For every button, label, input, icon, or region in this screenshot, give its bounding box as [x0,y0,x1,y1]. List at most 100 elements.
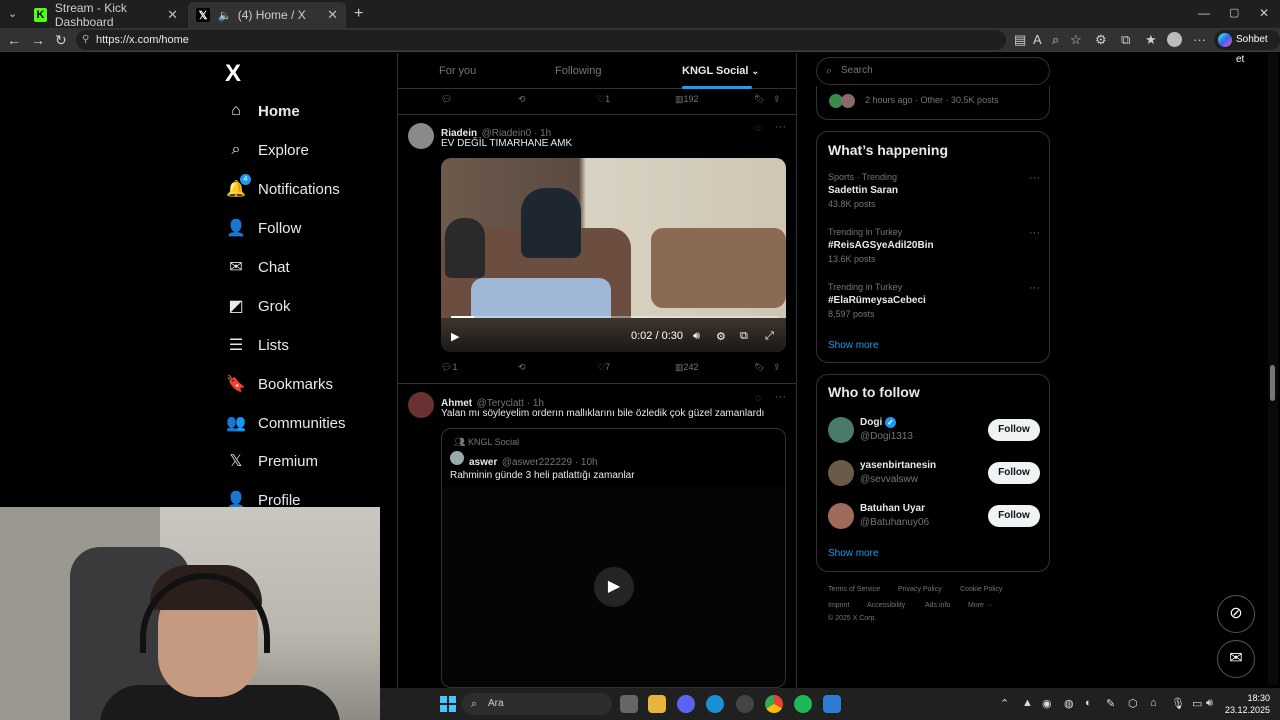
follow-button[interactable]: Follow [988,462,1040,484]
favorite-star-icon[interactable]: ☆ [1070,32,1082,48]
taskbar-search[interactable]: ⌕ Ara [462,693,612,715]
grok-analyze-icon[interactable]: ◌ [755,393,761,404]
tab-list-icon[interactable]: ⌄ [8,7,17,20]
footer-link[interactable]: Privacy Policy [898,586,942,593]
x-logo-icon[interactable]: X [225,60,241,88]
refresh-icon[interactable]: ↻ [55,32,67,48]
address-bar[interactable]: ⚲ https://x.com/home [76,30,1006,50]
tray-chevron-icon[interactable]: ⌃ [1000,697,1009,710]
reply-icon[interactable]: 💬︎ [441,94,452,105]
views-icon[interactable]: ▥ 242 [675,362,699,373]
avatar[interactable] [828,417,854,443]
more-menu-icon[interactable]: ··· [1193,32,1206,47]
scrollbar[interactable] [1268,53,1278,685]
user-name[interactable]: Batuhan Uyar [860,503,925,514]
obs-icon[interactable] [736,695,754,713]
video-progress-bar[interactable] [451,316,779,318]
share-icon[interactable]: ⇪ [773,94,781,105]
tab-for-you[interactable]: For you [439,65,476,77]
picture-in-picture-icon[interactable]: ⧉ [740,330,748,343]
quoted-post[interactable]: 👥︎ KNGL Social aswer @aswer222229 · 10h … [441,428,786,688]
trend-item[interactable]: Trending in Turkey #ReisAGSyeAdil20Bin 1… [828,227,1040,264]
site-info-icon[interactable]: ⚲ [82,30,89,50]
tray-volume-icon[interactable]: 🔊︎ [1206,697,1213,710]
back-icon[interactable]: ← [7,32,21,48]
footer-link[interactable]: Cookie Policy [960,586,1002,593]
follow-button[interactable]: Follow [988,419,1040,441]
sidebar-item-chat[interactable]: ✉ Chat [226,253,289,281]
tray-app-icon[interactable]: ⬡ [1128,697,1138,710]
repost-icon[interactable]: ⟲ [518,94,526,105]
show-more-link[interactable]: Show more [828,548,879,559]
sidebar-item-explore[interactable]: ⌕ Explore [226,136,309,164]
windows-start-icon[interactable] [440,696,456,712]
avatar[interactable] [408,392,434,418]
spotify-icon[interactable] [794,695,812,713]
forward-icon[interactable]: → [31,32,45,48]
sidebar-item-premium[interactable]: 𝕏 Premium [226,447,318,475]
tab-kick[interactable]: K Stream - Kick Dashboard ✕ [26,1,186,29]
more-icon[interactable]: ··· [1029,282,1040,294]
user-name[interactable]: yasenbirtanesin [860,460,936,471]
read-mode-icon[interactable]: ▤ [1014,32,1026,48]
fullscreen-icon[interactable]: ⤢ [765,330,774,343]
tray-discord-icon[interactable]: ◉ [1042,697,1052,710]
split-screen-icon[interactable]: ⧉ [1121,32,1130,48]
footer-link[interactable]: More ··· [968,602,993,609]
avatar[interactable] [408,123,434,149]
close-tab-icon[interactable]: ✕ [327,7,338,23]
sidebar-item-follow[interactable]: 👤 Follow [226,214,301,242]
sidebar-item-bookmarks[interactable]: 🔖 Bookmarks [226,370,333,398]
share-icon[interactable]: ⇪ [773,362,781,373]
tab-kngl-social[interactable]: KNGL Social ⌄ [682,65,759,77]
tray-steam-icon[interactable]: ◐ [1085,697,1092,709]
sidebar-item-communities[interactable]: 👥 Communities [226,409,346,437]
file-explorer-icon[interactable] [648,695,666,713]
scrollbar-thumb[interactable] [1270,365,1275,401]
more-icon[interactable]: ··· [1029,172,1040,184]
like-icon[interactable]: ♡ 7 [597,362,610,373]
zoom-icon[interactable]: ⌕ [1052,32,1059,48]
reply-icon[interactable]: 💬︎ 1 [441,362,457,373]
tray-mic-icon[interactable]: 🎙︎ [1171,697,1185,710]
author-handle[interactable]: @aswer222229 · 10h [502,457,598,468]
repost-icon[interactable]: ⟲ [518,362,526,373]
footer-link[interactable]: Imprint [828,602,849,609]
footer-link[interactable]: Accessibility [867,602,905,609]
profile-avatar[interactable] [1167,32,1182,47]
footer-link[interactable]: Terms of Service [828,586,880,593]
more-icon[interactable]: ··· [775,391,786,403]
search-input[interactable]: ⌕ Search [816,57,1050,85]
copilot-button[interactable]: Sohbet et [1214,30,1280,65]
translate-icon[interactable]: A [1033,32,1042,47]
bookmark-icon[interactable]: 🔖︎ [754,362,765,373]
play-icon[interactable]: ▶ [451,330,459,343]
system-clock[interactable]: 18:30 23.12.2025 [1220,692,1270,716]
tray-app-icon[interactable]: ▲ [1022,697,1033,709]
favorites-icon[interactable]: ★ [1145,32,1157,48]
video-player[interactable]: ▶ 0:02 / 0:30 🔊︎ ⚙ ⧉ ⤢ [441,158,786,352]
tab-x-home[interactable]: 𝕏 🔈 (4) Home / X ✕ [188,2,346,28]
close-window-icon[interactable]: ✕ [1259,6,1269,20]
avatar[interactable] [450,451,464,465]
sidebar-item-lists[interactable]: ☰ Lists [226,331,289,359]
minimize-icon[interactable]: — [1198,6,1210,20]
edge-icon[interactable] [706,695,724,713]
app-window-icon[interactable] [823,695,841,713]
more-icon[interactable]: ··· [775,121,786,133]
follow-suggestion[interactable]: yasenbirtanesin @sevvalsww Follow [828,458,1040,488]
chrome-icon[interactable] [765,695,783,713]
trend-item[interactable]: Sports · Trending Sadettin Saran 43.8K p… [828,172,1040,209]
author-name[interactable]: aswer [469,457,497,468]
sidebar-item-notifications[interactable]: 🔔 4 Notifications [226,174,340,203]
new-tab-icon[interactable]: + [354,5,363,23]
quote-video[interactable]: ▶ [442,487,785,687]
tab-following[interactable]: Following [555,65,601,77]
footer-link[interactable]: Ads info [925,602,950,609]
tray-display-icon[interactable]: ▭ [1192,697,1202,710]
user-name[interactable]: Dogi ✓ [860,417,896,428]
bookmark-icon[interactable]: 🔖︎ [754,94,765,105]
tray-app-icon[interactable]: ◍ [1064,697,1074,710]
tray-app-icon[interactable]: ✎ [1106,697,1115,710]
extensions-icon[interactable]: ⚙ [1095,32,1107,48]
